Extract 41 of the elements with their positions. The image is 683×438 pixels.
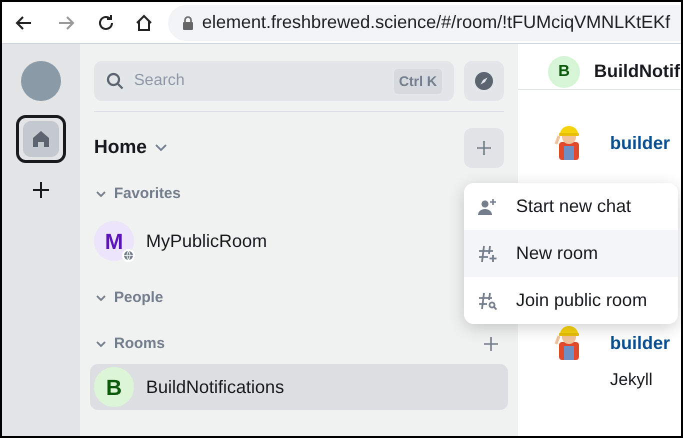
plus-icon bbox=[33, 182, 49, 198]
plus-icon bbox=[477, 141, 491, 155]
section-title[interactable]: Favorites bbox=[114, 182, 181, 206]
room-item[interactable]: B BuildNotifications bbox=[90, 364, 508, 410]
add-person-icon bbox=[478, 198, 498, 216]
chevron-icon[interactable] bbox=[96, 190, 106, 198]
chevron-down-icon[interactable] bbox=[154, 144, 167, 152]
section-title[interactable]: Rooms bbox=[114, 332, 165, 356]
compass-icon bbox=[474, 71, 494, 91]
room-name: BuildNotifications bbox=[146, 376, 284, 398]
user-avatar[interactable] bbox=[21, 61, 61, 101]
shortcut-hint: Ctrl K bbox=[394, 68, 442, 94]
search-icon bbox=[106, 72, 124, 90]
sender-name[interactable]: builder bbox=[610, 330, 670, 357]
plus-icon[interactable] bbox=[484, 337, 498, 351]
menu-item[interactable]: Start new chat bbox=[464, 183, 678, 230]
home-space-button[interactable] bbox=[16, 115, 66, 163]
home-title: Home bbox=[94, 136, 147, 160]
url-text: element.freshbrewed.science/#/room/!tFUMciqVMNLKtEKf bbox=[202, 11, 670, 34]
chevron-icon[interactable] bbox=[96, 340, 106, 348]
sender-name[interactable]: builder bbox=[610, 130, 670, 157]
room-avatar: B bbox=[94, 367, 134, 407]
menu-item[interactable]: Join public room bbox=[464, 277, 678, 324]
room-title: BuildNotif bbox=[594, 60, 680, 83]
lock-icon bbox=[182, 16, 194, 30]
section-title[interactable]: People bbox=[114, 286, 164, 310]
hashtag-plus-icon bbox=[478, 244, 498, 262]
room-avatar: B bbox=[548, 56, 580, 88]
hashtag-search-icon bbox=[478, 292, 498, 310]
add-button[interactable] bbox=[464, 128, 504, 168]
message-text: Jekyll bbox=[610, 369, 654, 391]
reload-icon[interactable] bbox=[96, 12, 116, 32]
chevron-icon[interactable] bbox=[96, 294, 106, 302]
room-name: MyPublicRoom bbox=[146, 230, 268, 253]
address-bar[interactable]: element.freshbrewed.science/#/room/!tFUMciqVMNLKtEKf bbox=[168, 4, 681, 40]
menu-item[interactable]: New room bbox=[464, 230, 678, 277]
home-icon bbox=[32, 130, 50, 148]
room-avatar: M bbox=[94, 221, 134, 261]
search-placeholder: Search bbox=[134, 71, 186, 91]
explore-button[interactable] bbox=[464, 61, 504, 101]
home-icon[interactable] bbox=[134, 12, 154, 32]
